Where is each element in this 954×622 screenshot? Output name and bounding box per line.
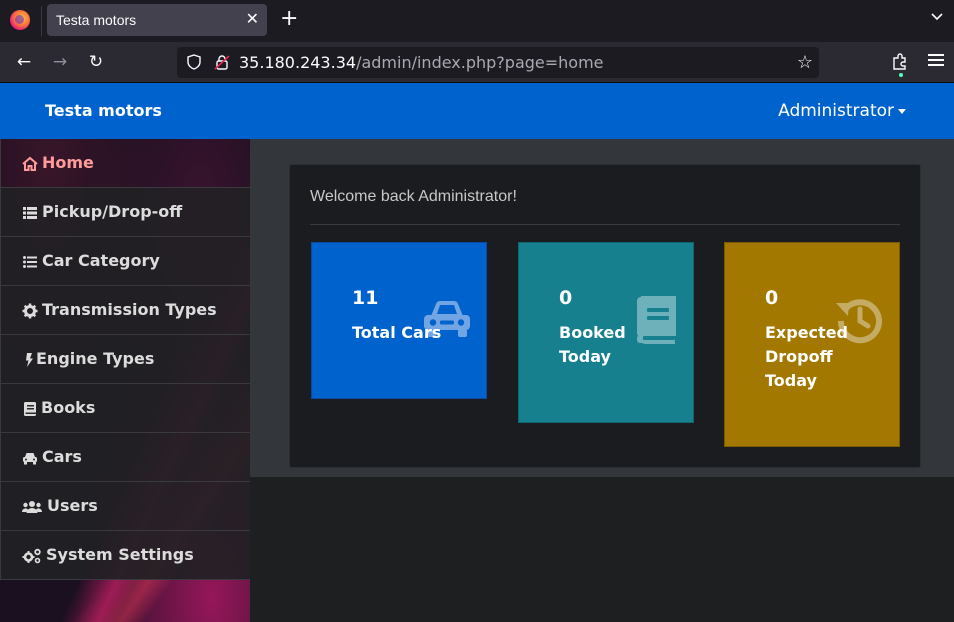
sidebar-item-label: Transmission Types bbox=[42, 300, 217, 319]
sidebar-item-pickup-dropoff[interactable]: Pickup/Drop-off bbox=[0, 188, 250, 237]
stat-booked-today: 0 Booked Today bbox=[518, 242, 694, 423]
sidebar-item-home[interactable]: Home bbox=[0, 139, 250, 188]
gears-icon bbox=[22, 548, 41, 564]
tab-separator bbox=[41, 6, 42, 36]
extensions-icon[interactable] bbox=[890, 52, 910, 72]
sidebar-item-transmission-types[interactable]: Transmission Types bbox=[0, 286, 250, 335]
insecure-lock-icon[interactable] bbox=[213, 53, 231, 71]
gear-icon bbox=[22, 303, 38, 319]
sidebar-item-label: Pickup/Drop-off bbox=[42, 202, 183, 221]
stat-label: Total Cars bbox=[352, 323, 442, 342]
sidebar-item-label: Cars bbox=[42, 447, 82, 466]
tab-title: Testa motors bbox=[56, 12, 137, 28]
stat-value: 0 bbox=[765, 287, 779, 309]
stat-value: 0 bbox=[559, 287, 573, 309]
list-icon bbox=[23, 207, 37, 219]
sidebar-item-label: Car Category bbox=[42, 251, 160, 270]
sidebar-item-car-category[interactable]: Car Category bbox=[0, 237, 250, 286]
bookmark-star-icon[interactable]: ☆ bbox=[797, 52, 813, 73]
url-text: 35.180.243.34/admin/index.php?page=home bbox=[239, 53, 604, 72]
browser-tab[interactable]: Testa motors ✕ bbox=[47, 4, 267, 36]
extension-badge bbox=[899, 73, 903, 77]
caret-down-icon[interactable] bbox=[898, 109, 906, 114]
sidebar-item-users[interactable]: Users bbox=[0, 482, 250, 531]
dashboard-card: Welcome back Administrator! 11 Total Car… bbox=[289, 164, 921, 468]
browser-nav-bar: ← → ↻ 35.180.243.34/admin/index.php?page… bbox=[0, 42, 954, 83]
close-tab-icon[interactable]: ✕ bbox=[246, 9, 259, 28]
stat-label: Booked Today bbox=[559, 323, 626, 366]
browser-tab-bar: Testa motors ✕ + bbox=[0, 0, 954, 42]
list-ul-icon bbox=[23, 256, 37, 268]
stat-expected-dropoff-today: 0 Expected Dropoff Today bbox=[724, 242, 900, 447]
brand-name[interactable]: Testa motors bbox=[45, 101, 162, 120]
reload-icon[interactable]: ↻ bbox=[85, 51, 107, 73]
stat-value: 11 bbox=[352, 287, 379, 309]
address-bar[interactable]: 35.180.243.34/admin/index.php?page=home … bbox=[177, 47, 819, 78]
welcome-message: Welcome back Administrator! bbox=[310, 188, 517, 205]
users-icon bbox=[22, 501, 42, 513]
url-path: /admin/index.php?page=home bbox=[356, 53, 604, 72]
app-header: Testa motors Administrator bbox=[0, 83, 954, 139]
chevron-down-icon[interactable] bbox=[930, 10, 944, 24]
sidebar-item-label: Users bbox=[47, 496, 98, 515]
sidebar-item-system-settings[interactable]: System Settings bbox=[0, 531, 250, 580]
home-icon bbox=[22, 156, 38, 171]
hamburger-menu-icon[interactable] bbox=[928, 54, 944, 68]
sidebar: Home Pickup/Drop-off Car Category Transm… bbox=[0, 139, 250, 622]
sidebar-item-label: Engine Types bbox=[36, 349, 155, 368]
back-arrow-icon[interactable]: ← bbox=[13, 51, 35, 73]
sidebar-item-cars[interactable]: Cars bbox=[0, 433, 250, 482]
sidebar-item-label: Home bbox=[42, 153, 94, 172]
book-icon bbox=[637, 296, 676, 344]
book-icon bbox=[24, 402, 36, 416]
shield-icon[interactable] bbox=[185, 53, 203, 71]
sidebar-item-label: Books bbox=[41, 398, 96, 417]
forward-arrow-icon[interactable]: → bbox=[49, 51, 71, 73]
url-host: 35.180.243.34 bbox=[239, 53, 357, 72]
sidebar-item-label: System Settings bbox=[46, 545, 194, 564]
new-tab-icon[interactable]: + bbox=[280, 8, 298, 30]
sidebar-item-books[interactable]: Books bbox=[0, 384, 250, 433]
divider bbox=[310, 224, 900, 225]
sidebar-item-engine-types[interactable]: Engine Types bbox=[0, 335, 250, 384]
car-icon bbox=[23, 453, 37, 465]
content-footer-area bbox=[250, 477, 954, 622]
user-menu[interactable]: Administrator bbox=[778, 101, 894, 121]
stat-label: Expected Dropoff Today bbox=[765, 323, 848, 390]
firefox-logo-icon bbox=[10, 10, 30, 30]
stat-total-cars: 11 Total Cars bbox=[311, 242, 487, 399]
